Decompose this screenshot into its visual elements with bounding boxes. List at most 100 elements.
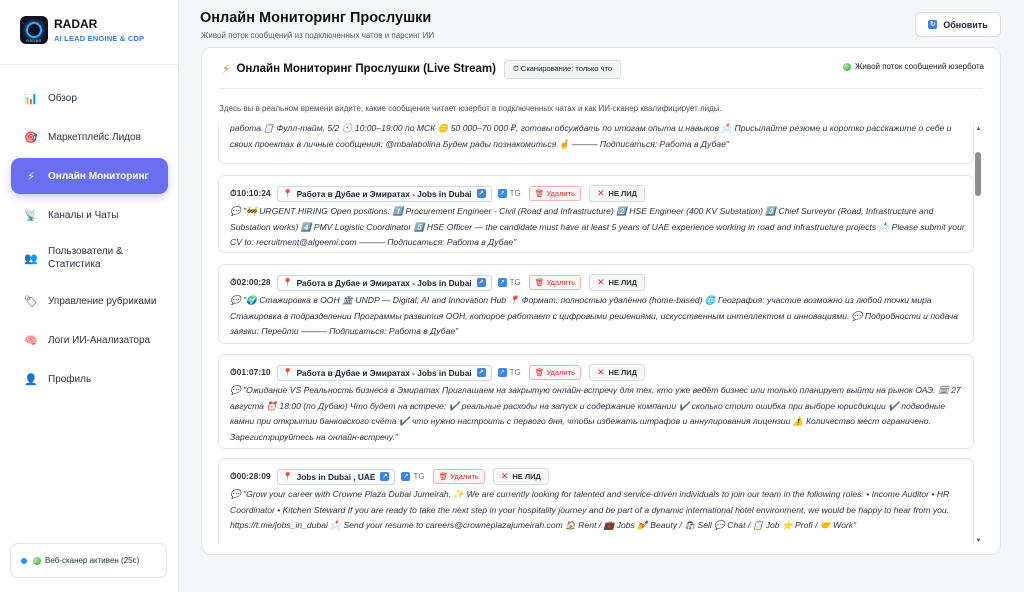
panel-description: Здесь вы в реальном времени видите, каки…: [219, 104, 722, 113]
refresh-icon: ↻: [928, 20, 938, 29]
pin-icon: 📍: [282, 472, 293, 481]
delete-button[interactable]: 🗑 Удалить: [432, 469, 485, 484]
message-feed[interactable]: работа 📋 Фулл-тайм, 5/2 🕙 10:00–19:00 по…: [218, 122, 984, 544]
not-lead-badge[interactable]: ✕ НЕ ЛИД: [588, 364, 646, 381]
external-link-icon: ↗: [476, 278, 486, 287]
sidebar-item-label: Профиль: [48, 373, 92, 385]
tg-link[interactable]: ↗ TG: [401, 472, 425, 481]
pin-icon: 📍: [282, 278, 293, 287]
scroll-down-icon[interactable]: ▼: [974, 538, 983, 544]
external-link-icon: ↗: [380, 472, 390, 481]
sidebar-item-users-stats[interactable]: 👥 Пользователи & Статистика: [11, 236, 168, 280]
channel-link[interactable]: 📍 Работа в Дубае и Эмиратах - Jobs in Dub…: [276, 274, 492, 291]
sidebar-item-label: Каналы и Чаты: [48, 209, 119, 221]
sidebar-item-ai-logs[interactable]: 🧠 Логи ИИ-Анализатора: [11, 322, 168, 358]
page-header: Онлайн Мониторинг Прослушки Живой поток …: [180, 0, 1024, 46]
message-card: ⏱00:28:09 📍 Jobs in Dubai , UAE ↗ ↗ TG 🗑 Уд…: [218, 458, 974, 544]
sidebar-item-online-monitoring[interactable]: ⚡ Онлайн Мониторинг: [11, 158, 168, 194]
delete-label: Удалить: [450, 472, 479, 481]
sidebar-divider: [0, 64, 178, 65]
scanner-status-text: Веб-сканер активен (25с): [45, 556, 140, 565]
x-icon: ✕: [596, 367, 605, 377]
channel-name: Работа в Дубае и Эмиратах - Jobs in Duba…: [296, 277, 472, 288]
sidebar-item-label: Пользователи & Статистика: [48, 246, 123, 270]
bar-chart-icon: 📊: [24, 92, 38, 105]
tg-label: TG: [509, 189, 521, 198]
person-icon: 👤: [24, 373, 38, 386]
message-text: 💬 "🌍 Стажировка в ООН 🏛 UNDP — Digital, …: [230, 295, 959, 336]
tg-link[interactable]: ↗ TG: [497, 278, 521, 287]
message-card: ⏱02:00:28 📍 Работа в Дубае и Эмиратах - J…: [218, 264, 974, 344]
channel-link[interactable]: 📍 Работа в Дубае и Эмиратах - Jobs in Dub…: [276, 185, 492, 202]
globe-icon: [33, 556, 41, 565]
not-lead-badge[interactable]: ✕ НЕ ЛИД: [588, 185, 646, 202]
lightning-icon: ⚡: [27, 170, 35, 183]
sidebar-item-label: Маркетплейс Лидов: [48, 131, 141, 143]
sidebar-item-overview[interactable]: 📊 Обзор: [11, 80, 168, 116]
external-link-icon: ↗: [401, 472, 411, 481]
brand-title: RADAR: [54, 17, 98, 31]
refresh-button[interactable]: ↻ Обновить: [915, 12, 1001, 37]
tg-label: TG: [509, 368, 521, 377]
live-dot-icon: [843, 62, 852, 71]
sidebar-item-channels[interactable]: 📡 Каналы и Чаты: [11, 197, 168, 233]
sidebar-item-profile[interactable]: 👤 Профиль: [11, 361, 168, 397]
message-card: работа 📋 Фулл-тайм, 5/2 🕙 10:00–19:00 по…: [218, 122, 974, 164]
scrollbar-thumb[interactable]: [975, 152, 981, 196]
brand[interactable]: RADAR RADAR AI LEAD ENGINE & CDP: [20, 16, 144, 44]
not-lead-label: НЕ ЛИД: [608, 368, 638, 377]
channel-name: Работа в Дубае и Эмиратах - Jobs in Duba…: [296, 367, 472, 378]
brand-subtitle: AI LEAD ENGINE & CDP: [54, 34, 145, 43]
status-dot-icon: [21, 557, 27, 564]
tg-link[interactable]: ↗ TG: [497, 189, 521, 198]
message-card: ⏱10:10:24 📍 Работа в Дубае и Эмиратах - J…: [218, 175, 974, 253]
sidebar-nav: 📊 Обзор 🎯 Маркетплейс Лидов ⚡ Онлайн Мон…: [11, 80, 168, 400]
panel-divider: [219, 88, 983, 89]
delete-label: Удалить: [546, 189, 575, 198]
pin-icon: 📍: [282, 368, 293, 377]
tg-label: TG: [413, 472, 425, 481]
scroll-up-icon[interactable]: ▲: [974, 126, 983, 132]
page-title: Онлайн Мониторинг Прослушки: [200, 10, 432, 26]
sidebar-item-rubrics[interactable]: 🏷 Управление рубриками: [11, 283, 168, 319]
not-lead-badge[interactable]: ✕ НЕ ЛИД: [492, 468, 549, 485]
message-time: ⏱00:28:09: [230, 471, 271, 481]
satellite-icon: 📡: [24, 209, 38, 222]
refresh-button-label: Обновить: [943, 19, 988, 30]
feed-scrollbar[interactable]: ▲ ▼: [974, 122, 983, 544]
channel-name: Jobs in Dubai , UAE: [296, 471, 376, 482]
scan-status-badge: ⏱ Сканирование: только что: [503, 59, 622, 79]
not-lead-badge[interactable]: ✕ НЕ ЛИД: [588, 274, 646, 291]
not-lead-label: НЕ ЛИД: [608, 189, 638, 198]
live-stream-panel: ⚡ Онлайн Мониторинг Прослушки (Live Stre…: [201, 47, 1001, 555]
channel-link[interactable]: 📍 Jobs in Dubai , UAE ↗: [276, 468, 396, 485]
brain-icon: 🧠: [24, 334, 38, 347]
sidebar: RADAR RADAR AI LEAD ENGINE & CDP 📊 Обзор…: [0, 0, 179, 592]
message-time: ⏱02:00:28: [230, 277, 271, 287]
delete-button[interactable]: 🗑 Удалить: [528, 186, 581, 201]
sidebar-item-lead-marketplace[interactable]: 🎯 Маркетплейс Лидов: [11, 119, 168, 155]
delete-button[interactable]: 🗑 Удалить: [528, 275, 581, 290]
x-icon: ✕: [500, 471, 509, 481]
target-icon: 🎯: [24, 131, 38, 144]
not-lead-label: НЕ ЛИД: [512, 472, 541, 481]
message-text: 💬 "Ожидание VS Реальность бизнеса в Эмир…: [230, 385, 961, 442]
external-link-icon: ↗: [476, 189, 486, 198]
pin-icon: 📍: [282, 189, 293, 198]
sidebar-item-label: Логи ИИ-Анализатора: [48, 334, 151, 346]
trash-icon: 🗑: [534, 278, 547, 287]
tg-link[interactable]: ↗ TG: [497, 368, 521, 377]
trash-icon: 🗑: [438, 472, 451, 481]
channel-link[interactable]: 📍 Работа в Дубае и Эмиратах - Jobs in Dub…: [276, 364, 492, 381]
external-link-icon: ↗: [476, 368, 486, 377]
trash-icon: 🗑: [534, 368, 547, 377]
x-icon: ✕: [596, 188, 605, 198]
sidebar-item-label: Онлайн Мониторинг: [48, 170, 149, 182]
delete-label: Удалить: [546, 278, 575, 287]
live-indicator: Живой поток сообщений юзербота: [843, 62, 984, 71]
delete-label: Удалить: [546, 368, 575, 377]
delete-button[interactable]: 🗑 Удалить: [528, 365, 581, 380]
message-text: 💬 "Grow your career with Crowne Plaza Du…: [230, 489, 950, 530]
tag-icon: 🏷: [24, 295, 38, 308]
channel-name: Работа в Дубае и Эмиратах - Jobs in Duba…: [296, 188, 472, 199]
